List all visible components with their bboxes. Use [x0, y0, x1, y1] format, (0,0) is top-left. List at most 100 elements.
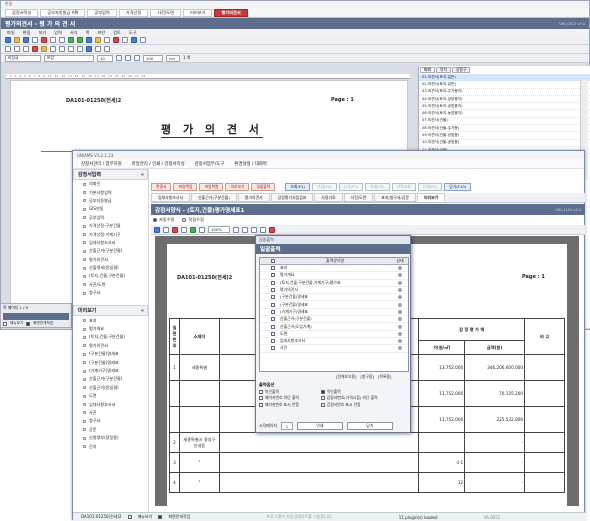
line-spacing-icon[interactable] — [86, 46, 92, 52]
option-checkbox[interactable] — [259, 402, 263, 407]
front-menu-item-2[interactable]: 감정서업무/도구 — [195, 161, 225, 167]
sidebar-item[interactable]: 산출근거(동일결) — [73, 384, 148, 392]
right-list-item[interactable]: 01.의견서(토지-일반) — [419, 74, 590, 82]
font-color-icon[interactable] — [32, 46, 38, 52]
align-right-icon[interactable] — [68, 46, 74, 52]
align-left-icon[interactable] — [50, 46, 56, 52]
shape-icon[interactable] — [113, 37, 119, 43]
front-menu-item-0[interactable]: 감정서관리 / 업무지원 — [81, 161, 122, 167]
toolbar-button-1[interactable]: 파일백업 — [173, 183, 198, 191]
copy-icon[interactable] — [50, 37, 56, 43]
prev-page-icon[interactable] — [242, 226, 248, 233]
sidebar-item[interactable]: (토지,건물,구분건물) — [73, 333, 148, 341]
sidebar-item[interactable]: 가격산정-기계기구 — [73, 230, 148, 238]
toolbar-button-3[interactable]: 미리보기 — [225, 183, 250, 191]
sidebar-item[interactable]: (구분건물)명세표 — [73, 358, 148, 366]
chart-icon[interactable] — [104, 37, 110, 43]
collapse-icon[interactable]: « — [141, 308, 144, 314]
zoom-select[interactable]: 100 — [143, 54, 163, 62]
front-tab-3[interactable]: 감정평가서점검표 — [270, 193, 314, 202]
back-menu-item-0[interactable]: 파일 — [7, 30, 15, 36]
radio-manual[interactable]: 직접수정 — [182, 217, 204, 223]
right-list-item[interactable]: 08.의견서(건물-주거용) — [419, 125, 590, 133]
toolbar-button-11[interactable]: 닫기(F10) — [444, 183, 472, 191]
back-tab-5[interactable]: 미리보기 — [183, 8, 213, 17]
back-tab-6[interactable]: 평가의견서 — [214, 8, 248, 17]
option-checkbox[interactable] — [320, 396, 325, 401]
back-tab-4[interactable]: 사진/도면 — [150, 8, 182, 17]
sidebar-item[interactable]: 산출근거(구분건물) — [73, 247, 148, 255]
form-row[interactable]: 산출근거(구분건물) — [260, 316, 408, 324]
select-all-checkbox[interactable] — [271, 259, 275, 263]
bold2-icon[interactable] — [116, 55, 122, 61]
sidebar-item[interactable]: 의뢰인 — [73, 180, 148, 188]
form-row-checkbox[interactable] — [271, 339, 275, 344]
back-tab-3[interactable]: 가격산정 — [118, 8, 149, 17]
back-tab-0[interactable]: 감정서작성 — [5, 8, 39, 17]
right-list-item[interactable]: 09.의견서(건물-상업용) — [419, 132, 590, 140]
outdent-icon[interactable] — [104, 46, 110, 52]
excel-icon[interactable] — [190, 226, 196, 233]
back-menu-item-6[interactable]: 보안 — [97, 30, 105, 36]
option-checkbox[interactable] — [259, 396, 263, 401]
save-icon[interactable] — [23, 37, 29, 43]
front-menu-item-3[interactable]: 환경설정 / 대화박 — [234, 161, 267, 167]
bold-icon[interactable] — [5, 46, 11, 52]
back-tab-2[interactable]: 공부업력 — [87, 8, 117, 17]
italic2-icon[interactable] — [125, 55, 131, 61]
right-list-item[interactable]: 03.의견서(토지-주거용지) — [419, 89, 590, 96]
form-row-checkbox[interactable] — [271, 331, 275, 336]
sidebar-item[interactable]: 공부자동발급 — [73, 197, 148, 205]
pdf-icon[interactable] — [172, 226, 178, 233]
form-row-checkbox[interactable] — [271, 288, 275, 293]
back-menu-item-2[interactable]: 보기 — [38, 30, 46, 36]
sidebar-item[interactable]: (구분건물)명세표 — [73, 350, 148, 358]
form-row[interactable]: 사진 — [260, 345, 408, 353]
form-row-checkbox[interactable] — [271, 273, 275, 278]
dialog-link-2[interactable]: [목록용] — [378, 374, 391, 380]
front-menu-item-1[interactable]: 파일관리 / 인쇄 / 감정서작성 — [132, 161, 185, 167]
form-row[interactable]: (구분건물)명세표 — [260, 294, 408, 302]
toolbar-button-8[interactable]: 삭제(F5) — [365, 183, 390, 191]
form-row-checkbox[interactable] — [271, 280, 275, 285]
sidebar-item[interactable]: 사진 — [73, 409, 148, 417]
right-list-item[interactable]: 04.의견서(토지-상업용지) — [419, 96, 590, 104]
form-row[interactable]: 도면 — [260, 331, 408, 338]
italic-icon[interactable] — [14, 46, 20, 52]
last-page-icon[interactable] — [260, 226, 266, 233]
redo-icon[interactable] — [77, 37, 83, 43]
toolbar-button-0[interactable]: 면결서 — [151, 183, 172, 191]
right-tab-0[interactable]: 미리 — [420, 67, 435, 73]
start-page-input[interactable]: 1 — [280, 422, 293, 430]
form-row[interactable]: 표지 — [260, 265, 408, 273]
toolbar-button-7[interactable]: 신규(F3) — [338, 183, 364, 191]
toolbar-button-9[interactable]: 이력조회 — [391, 183, 416, 191]
print-button[interactable]: 인쇄 — [296, 422, 343, 430]
front-tab-4[interactable]: 사용가료 — [314, 193, 343, 202]
sidebar-item[interactable]: 도면 — [73, 392, 148, 400]
size-select[interactable]: 10 — [97, 54, 113, 62]
sidebar-item[interactable]: 가격산정-구분건물 — [73, 222, 148, 230]
right-tab-2[interactable]: 상용구 — [452, 67, 471, 73]
form-row[interactable]: 산출근거(도입기계) — [260, 323, 408, 331]
sidebar-item[interactable]: 산출근거(구분건물) — [73, 375, 148, 383]
sidebar-item[interactable]: 청구서 — [73, 289, 148, 297]
align-icon[interactable] — [140, 37, 146, 43]
underline-icon[interactable] — [23, 46, 29, 52]
back-menu-item-8[interactable]: 도구 — [129, 30, 137, 36]
print-icon[interactable] — [32, 37, 38, 43]
sidebar-group-0[interactable]: 감정서입력 « — [73, 169, 148, 180]
table-icon[interactable] — [86, 37, 92, 43]
radio-auto[interactable]: 자동수정 — [153, 217, 174, 223]
sidebar-item[interactable]: 공부업력 — [73, 214, 148, 222]
cut-icon[interactable] — [41, 37, 47, 43]
sidebar-item[interactable]: 공문 — [73, 426, 148, 434]
sidebar-item[interactable]: 청구서 — [73, 417, 148, 425]
form-row[interactable]: 평가개요 — [260, 272, 408, 280]
collapse-icon[interactable]: « — [141, 172, 144, 178]
sidebar-item[interactable]: 기본사항입력 — [73, 188, 148, 196]
front-tab-5[interactable]: 사진/도면 — [343, 193, 374, 202]
justify-icon[interactable] — [77, 46, 83, 52]
sidebar-item[interactable]: 산출명세(동일결) — [73, 264, 148, 272]
form-row-checkbox[interactable] — [271, 317, 275, 322]
